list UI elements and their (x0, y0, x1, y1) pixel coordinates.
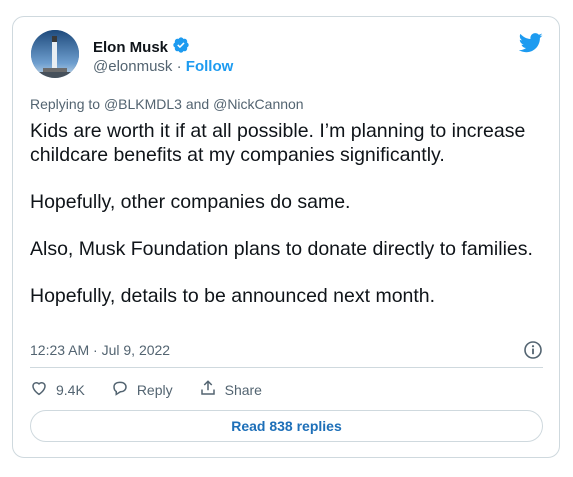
author-handle-row: @elonmusk · Follow (93, 58, 233, 75)
heart-icon (30, 379, 48, 400)
share-button[interactable]: Share (199, 379, 262, 400)
like-button[interactable]: 9.4K (30, 379, 85, 400)
share-label: Share (224, 381, 262, 398)
tweet-paragraph: Hopefully, other companies do same. (30, 191, 351, 213)
handle-separator: · (176, 58, 182, 75)
action-bar: 9.4K Reply Share (30, 379, 288, 400)
read-replies-button[interactable]: Read 838 replies (30, 410, 543, 442)
author-name-row: Elon Musk (93, 36, 190, 59)
author-name[interactable]: Elon Musk (93, 39, 168, 56)
avatar[interactable] (31, 30, 79, 78)
like-count: 9.4K (56, 381, 85, 398)
mention-link[interactable]: @BLKMDL3 (104, 96, 182, 112)
replying-to-prefix: Replying to (30, 96, 101, 112)
tweet-paragraph: Hopefully, details to be announced next … (30, 285, 436, 307)
share-icon (199, 379, 217, 400)
divider (30, 367, 543, 368)
author-handle[interactable]: @elonmusk (93, 58, 172, 75)
twitter-bird-icon[interactable] (518, 33, 543, 58)
tweet-text: Kids are worth it if at all possible. I’… (30, 119, 545, 308)
reply-icon (111, 379, 129, 400)
follow-button[interactable]: Follow (186, 58, 234, 75)
verified-badge-icon (172, 36, 190, 59)
replying-to-conjunction: and (185, 96, 210, 112)
mention-link[interactable]: @NickCannon (213, 96, 303, 112)
replying-to: Replying to @BLKMDL3 and @NickCannon (30, 96, 304, 112)
tweet-card: Elon Musk @elonmusk · Follow Replying to… (12, 16, 560, 458)
info-icon[interactable] (523, 340, 543, 365)
tweet-paragraph: Also, Musk Foundation plans to donate di… (30, 238, 533, 260)
reply-button[interactable]: Reply (111, 379, 173, 400)
reply-label: Reply (136, 381, 173, 398)
tweet-timestamp[interactable]: 12:23 AM · Jul 9, 2022 (30, 342, 170, 358)
tweet-paragraph: Kids are worth it if at all possible. I’… (30, 120, 526, 166)
